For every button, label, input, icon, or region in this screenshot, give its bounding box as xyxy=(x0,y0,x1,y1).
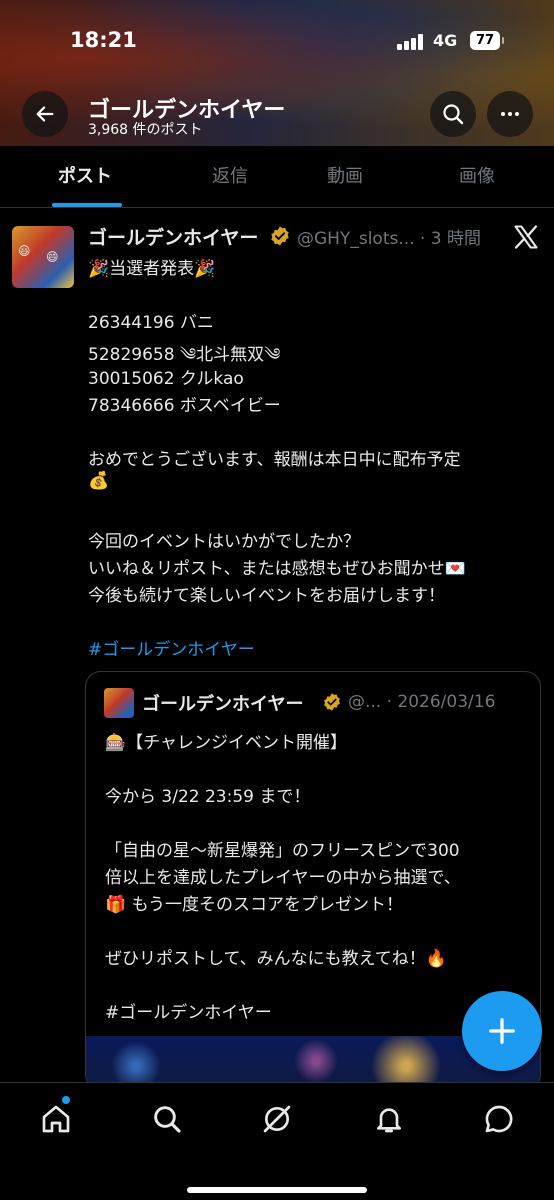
grok-icon[interactable] xyxy=(261,1103,293,1135)
post-line: 今後も続けて楽しいイベントをお届けします！ xyxy=(88,586,445,606)
home-icon[interactable] xyxy=(40,1103,72,1135)
post-line: 💰 xyxy=(88,471,110,491)
search-icon xyxy=(443,104,464,125)
post-line: いいね＆リポスト、または感想もぜひお聞かせ💌 xyxy=(88,559,466,579)
tab-replies[interactable]: 返信 xyxy=(170,146,290,208)
active-tab-indicator xyxy=(52,203,122,207)
home-notification-dot xyxy=(62,1096,70,1104)
quoted-line: ぜひリポストして、みんなにも教えてね！🔥 xyxy=(105,949,447,969)
tab-images[interactable]: 画像 xyxy=(400,146,554,208)
quoted-line: 倍以上を達成したプレイヤーの中から抽選で、 xyxy=(105,868,461,888)
quoted-line: 🎰【チャレンジイベント開催】 xyxy=(105,733,347,753)
messages-icon[interactable] xyxy=(483,1103,515,1135)
back-arrow-icon xyxy=(36,106,54,122)
compose-button[interactable] xyxy=(462,991,542,1071)
quoted-line: 🎁 もう一度そのスコアをプレゼント！ xyxy=(105,895,404,915)
post-line: 30015062 クルkao xyxy=(88,369,244,389)
quoted-handle-date: @... · 2026/03/16 xyxy=(348,692,496,712)
profile-tabs: ポスト 返信 動画 画像 xyxy=(0,146,554,208)
quoted-hashtag[interactable]: #ゴールデンホイヤー xyxy=(105,998,272,1023)
post-line: 78346666 ボスベイビー xyxy=(88,396,281,416)
search-button[interactable] xyxy=(430,91,476,137)
tab-videos[interactable]: 動画 xyxy=(290,146,400,208)
status-time: 18:21 xyxy=(70,28,137,52)
status-bar: 18:21 4G 77 xyxy=(0,26,554,58)
tab-posts[interactable]: ポスト xyxy=(0,146,170,208)
bottom-nav xyxy=(0,1082,554,1200)
bell-icon[interactable] xyxy=(373,1103,405,1135)
battery-icon: 77 xyxy=(470,31,504,50)
verified-icon xyxy=(271,226,289,246)
plus-icon xyxy=(489,1018,515,1044)
avatar[interactable]: 😃 😄 xyxy=(12,226,74,288)
search-nav-icon[interactable] xyxy=(151,1103,183,1135)
post-line: 🎉当選者発表🎉 xyxy=(88,259,216,279)
back-button[interactable] xyxy=(22,91,68,137)
post-hashtag[interactable]: #ゴールデンホイヤー xyxy=(88,635,255,660)
post-handle-time: @GHY_slots... · 3 時間 xyxy=(297,229,481,249)
quoted-avatar xyxy=(104,688,134,718)
post-line: 今回のイベントはいかがでしたか？ xyxy=(88,532,360,552)
network-label: 4G xyxy=(433,31,458,50)
quoted-line: 「自由の星〜新星爆発」のフリースピンで300 xyxy=(105,841,460,861)
post-count: 3,968 件のポスト xyxy=(88,122,203,138)
quoted-line: 今から 3/22 23:59 まで！ xyxy=(105,787,311,807)
signal-icon xyxy=(397,34,425,50)
verified-icon xyxy=(324,693,340,711)
x-logo-icon xyxy=(514,225,538,249)
more-icon xyxy=(501,112,519,116)
home-indicator xyxy=(187,1187,367,1193)
post-line: 26344196 バニ xyxy=(88,313,214,333)
quoted-author-name: ゴールデンホイヤー xyxy=(142,694,304,715)
post-author-name[interactable]: ゴールデンホイヤー xyxy=(88,223,258,250)
more-button[interactable] xyxy=(487,91,533,137)
post-line: おめでとうございます、報酬は本日中に配布予定 xyxy=(88,450,461,470)
